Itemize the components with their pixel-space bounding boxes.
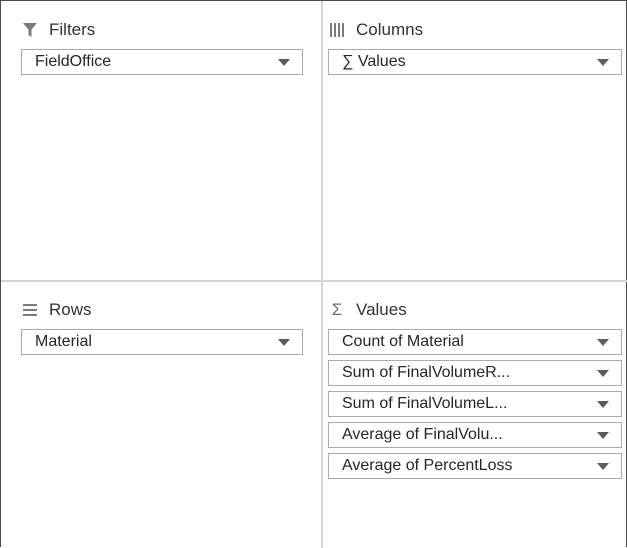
chevron-down-icon[interactable]	[597, 463, 609, 470]
filters-header: Filters	[21, 11, 309, 49]
chevron-down-icon[interactable]	[597, 339, 609, 346]
columns-area[interactable]: Columns ∑ Values	[328, 11, 622, 80]
pivot-field-areas-panel: Filters FieldOffice Columns ∑ Values Row…	[0, 0, 627, 548]
chevron-down-icon[interactable]	[278, 339, 290, 346]
field-label: Sum of FinalVolumeL...	[342, 395, 508, 412]
values-area[interactable]: Σ Values Count of Material Sum of FinalV…	[328, 291, 622, 484]
chevron-down-icon[interactable]	[597, 401, 609, 408]
value-field-sum-of-finalvolumel[interactable]: Sum of FinalVolumeL...	[328, 391, 622, 417]
field-label: Count of Material	[342, 333, 464, 350]
filters-title: Filters	[49, 20, 96, 39]
field-label: Average of FinalVolu...	[342, 426, 503, 443]
columns-header: Columns	[328, 11, 622, 49]
field-label: ∑ Values	[342, 53, 406, 70]
rows-header: Rows	[21, 291, 309, 329]
rows-area[interactable]: Rows Material	[21, 291, 309, 360]
rows-title: Rows	[49, 300, 92, 319]
columns-title: Columns	[356, 20, 424, 39]
chevron-down-icon[interactable]	[597, 432, 609, 439]
rows-icon	[21, 301, 39, 319]
vertical-divider[interactable]	[321, 1, 323, 548]
sigma-icon: Σ	[331, 300, 343, 319]
field-label: Material	[35, 333, 92, 350]
value-field-count-of-material[interactable]: Count of Material	[328, 329, 622, 355]
field-label: FieldOffice	[35, 53, 112, 70]
row-field-material[interactable]: Material	[21, 329, 303, 355]
value-field-average-of-finalvolu[interactable]: Average of FinalVolu...	[328, 422, 622, 448]
field-label: Average of PercentLoss	[342, 457, 513, 474]
column-field-values[interactable]: ∑ Values	[328, 49, 622, 75]
values-title: Values	[356, 300, 407, 319]
columns-icon	[328, 21, 346, 39]
filters-area[interactable]: Filters FieldOffice	[21, 11, 309, 80]
value-field-average-of-percentloss[interactable]: Average of PercentLoss	[328, 453, 622, 479]
field-label: Sum of FinalVolumeR...	[342, 364, 511, 381]
funnel-icon	[21, 21, 39, 39]
chevron-down-icon[interactable]	[278, 59, 290, 66]
chevron-down-icon[interactable]	[597, 59, 609, 66]
filter-field-fieldoffice[interactable]: FieldOffice	[21, 49, 303, 75]
chevron-down-icon[interactable]	[597, 370, 609, 377]
horizontal-divider[interactable]	[1, 280, 627, 282]
values-header: Σ Values	[328, 291, 622, 329]
value-field-sum-of-finalvolumer[interactable]: Sum of FinalVolumeR...	[328, 360, 622, 386]
